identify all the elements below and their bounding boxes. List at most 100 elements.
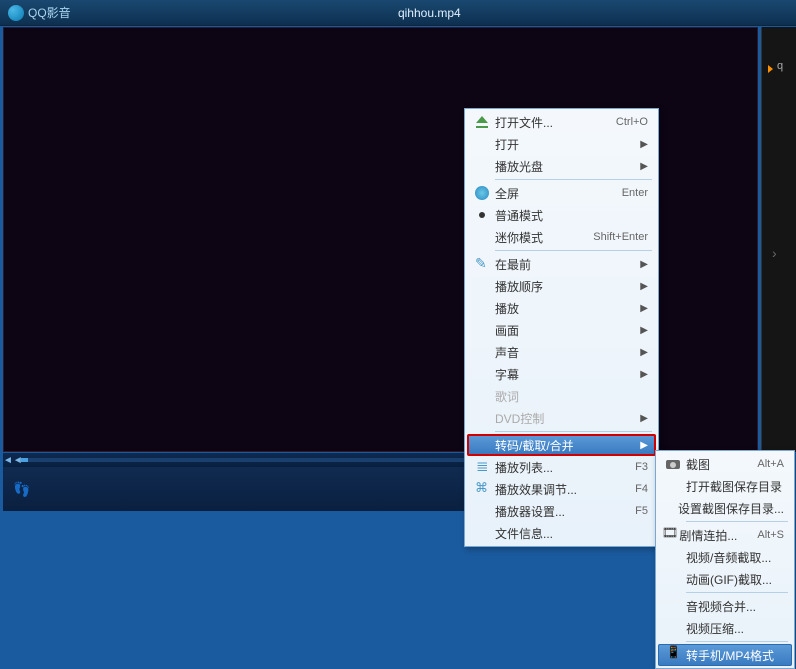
- menu-item-label: 字幕: [495, 366, 620, 383]
- menu-item-play-order[interactable]: 播放顺序 ▶: [467, 275, 656, 297]
- cam-icon: [665, 456, 681, 472]
- menu-item-label: 音视频合并...: [686, 598, 784, 615]
- menu-item-label: 视频压缩...: [686, 620, 784, 637]
- menu-icon-cell: [660, 527, 679, 543]
- menu-icon-cell: [660, 647, 686, 663]
- menu-item-av-merge[interactable]: 音视频合并...: [658, 595, 792, 617]
- skip-back-icon[interactable]: ◄◄: [3, 455, 21, 466]
- submenu-arrow-icon: ▶: [640, 161, 648, 172]
- menu-item-open[interactable]: 打开 ▶: [467, 133, 656, 155]
- menu-item-shortcut: Alt+A: [757, 458, 784, 470]
- menu-item-story-shot[interactable]: 剧情连拍... Alt+S: [658, 524, 792, 546]
- menu-separator: [686, 592, 788, 593]
- seek-progress: [21, 458, 28, 462]
- list-icon: [474, 459, 490, 475]
- sc-icon: [474, 185, 490, 201]
- menu-item-picture[interactable]: 画面 ▶: [467, 319, 656, 341]
- submenu-arrow-icon: ▶: [640, 139, 648, 150]
- submenu-arrow-icon: ▶: [640, 413, 648, 424]
- menu-item-label: 播放顺序: [495, 278, 620, 295]
- menu-item-effects[interactable]: 播放效果调节...F4: [467, 478, 656, 500]
- menu-item-av-cut[interactable]: 视频/音频截取...: [658, 546, 792, 568]
- menu-item-label: 转手机/MP4格式: [686, 647, 784, 664]
- menu-item-subtitle[interactable]: 字幕 ▶: [467, 363, 656, 385]
- menu-item-normal-mode[interactable]: 普通模式: [467, 204, 656, 226]
- menu-item-label: 播放器设置...: [495, 503, 615, 520]
- menu-item-lyrics: 歌词: [467, 385, 656, 407]
- menu-icon-cell: [469, 114, 495, 130]
- submenu-arrow-icon: ▶: [640, 347, 648, 358]
- titlebar: QQ影音 qihhou.mp4: [0, 0, 796, 26]
- menu-item-audio[interactable]: 声音 ▶: [467, 341, 656, 363]
- menu-item-label: 动画(GIF)截取...: [686, 571, 784, 588]
- menu-item-label: 剧情连拍...: [679, 527, 737, 544]
- menu-item-label: 歌词: [495, 388, 648, 405]
- pin-icon: [474, 256, 490, 272]
- menu-item-gif-cut[interactable]: 动画(GIF)截取...: [658, 568, 792, 590]
- menu-item-transcode[interactable]: 转码/截取/合并 ▶: [467, 434, 656, 456]
- menu-item-shortcut: Alt+S: [757, 529, 784, 541]
- menu-icon-cell: [469, 185, 495, 201]
- menu-icon-cell: [469, 212, 495, 218]
- menu-icon-cell: [469, 459, 495, 475]
- submenu-arrow-icon: ▶: [640, 325, 648, 336]
- menu-separator: [495, 179, 652, 180]
- app-logo: QQ影音: [8, 4, 71, 21]
- menu-item-shortcut: F4: [635, 483, 648, 495]
- menu-item-video-compress[interactable]: 视频压缩...: [658, 617, 792, 639]
- menu-item-label: 打开文件...: [495, 114, 596, 131]
- menu-item-label: 播放: [495, 300, 620, 317]
- menu-item-label: 设置截图保存目录...: [678, 500, 784, 517]
- logo-icon: [8, 5, 24, 21]
- menu-item-mini-mode[interactable]: 迷你模式Shift+Enter: [467, 226, 656, 248]
- menu-item-label: 文件信息...: [495, 525, 648, 542]
- menu-item-file-info[interactable]: 文件信息...: [467, 522, 656, 544]
- menu-item-label: 截图: [686, 456, 737, 473]
- menu-separator: [495, 431, 652, 432]
- submenu-arrow-icon: ▶: [640, 303, 648, 314]
- playlist-panel: q ›: [761, 27, 796, 452]
- menu-item-label: 声音: [495, 344, 620, 361]
- submenu-arrow-icon: ▶: [640, 440, 648, 451]
- context-menu: 打开文件...Ctrl+O打开▶播放光盘▶全屏Enter普通模式迷你模式Shif…: [464, 108, 659, 547]
- menu-item-label: 在最前: [495, 256, 620, 273]
- menu-item-open-shot-dir[interactable]: 打开截图保存目录: [658, 475, 792, 497]
- menu-separator: [686, 521, 788, 522]
- menu-item-dvd-control: DVD控制 ▶: [467, 407, 656, 429]
- submenu-arrow-icon: ▶: [640, 259, 648, 270]
- menu-item-label: 迷你模式: [495, 229, 573, 246]
- menu-item-on-top[interactable]: 在最前 ▶: [467, 253, 656, 275]
- submenu-arrow-icon: ▶: [640, 281, 648, 292]
- step-icon[interactable]: 👣: [13, 481, 30, 498]
- menu-item-playlist[interactable]: 播放列表...F3: [467, 456, 656, 478]
- menu-item-label: 画面: [495, 322, 620, 339]
- panel-collapse-icon[interactable]: ›: [772, 245, 777, 261]
- bullet-icon: [479, 212, 485, 218]
- menu-item-settings[interactable]: 播放器设置...F5: [467, 500, 656, 522]
- menu-item-label: 打开: [495, 136, 620, 153]
- menu-separator: [686, 641, 788, 642]
- menu-icon-cell: [469, 256, 495, 272]
- menu-separator: [495, 250, 652, 251]
- menu-item-screenshot[interactable]: 截图 Alt+A: [658, 453, 792, 475]
- menu-item-fullscreen[interactable]: 全屏Enter: [467, 182, 656, 204]
- playing-indicator-icon: [768, 65, 773, 73]
- menu-item-label: 转码/截取/合并: [495, 437, 620, 454]
- menu-item-label: 播放列表...: [495, 459, 615, 476]
- menu-item-open-file[interactable]: 打开文件... Ctrl+O: [467, 111, 656, 133]
- menu-item-set-shot-dir[interactable]: 设置截图保存目录...: [658, 497, 792, 519]
- menu-item-play[interactable]: 播放 ▶: [467, 297, 656, 319]
- menu-item-label: 普通模式: [495, 207, 648, 224]
- playlist-item-label[interactable]: q: [777, 60, 783, 72]
- menu-item-shortcut: Enter: [622, 187, 648, 199]
- submenu-arrow-icon: ▶: [640, 369, 648, 380]
- menu-item-play-disc[interactable]: 播放光盘▶: [467, 155, 656, 177]
- menu-item-to-mp4[interactable]: 转手机/MP4格式: [658, 644, 792, 666]
- submenu-transcode: 截图 Alt+A 打开截图保存目录设置截图保存目录... 剧情连拍... Alt+S 视频…: [655, 450, 795, 669]
- up-icon: [474, 114, 490, 130]
- menu-item-shortcut: Ctrl+O: [616, 116, 648, 128]
- menu-item-label: DVD控制: [495, 410, 620, 427]
- fx-icon: [474, 481, 490, 497]
- ph-icon: [665, 647, 681, 663]
- app-name: QQ影音: [28, 4, 71, 21]
